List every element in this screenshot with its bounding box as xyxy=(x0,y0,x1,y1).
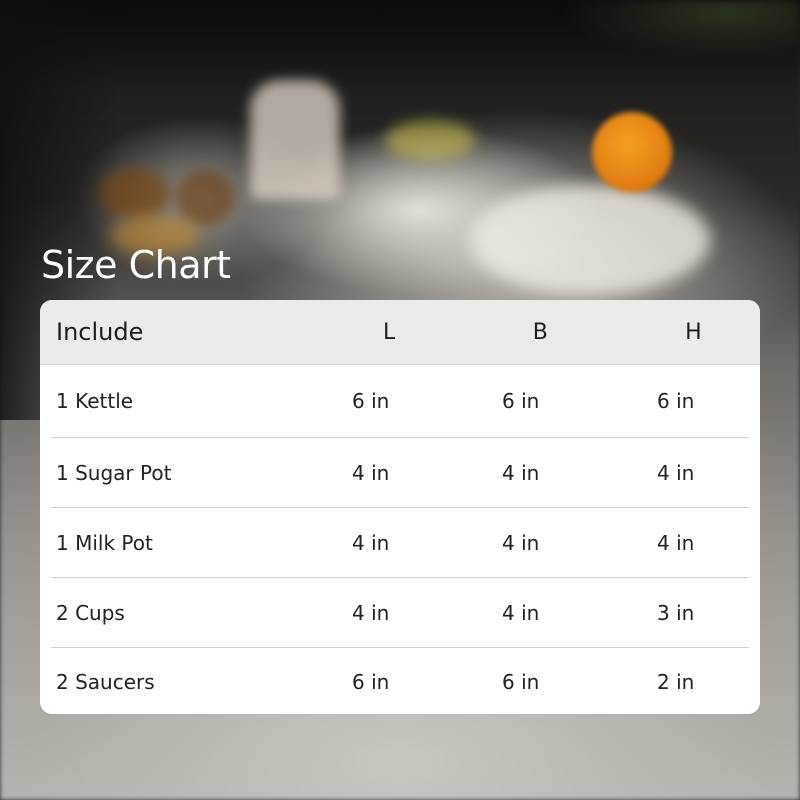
background-fruit xyxy=(385,120,475,160)
row-breadth: 4 in xyxy=(502,460,540,485)
table-row: 2 Saucers 6 in 6 in 2 in xyxy=(51,648,749,714)
row-breadth: 6 in xyxy=(502,389,540,413)
table-row: 2 Cups 4 in 4 in 3 in xyxy=(51,578,749,648)
row-height: 6 in xyxy=(657,389,695,413)
row-breadth: 4 in xyxy=(502,530,540,555)
background-jug xyxy=(250,80,340,200)
table-row: 1 Milk Pot 4 in 4 in 4 in xyxy=(51,508,749,578)
row-height: 4 in xyxy=(657,530,695,555)
row-breadth: 4 in xyxy=(502,600,540,625)
row-item: 1 Milk Pot xyxy=(56,530,153,555)
row-breadth: 6 in xyxy=(502,670,540,694)
header-breadth: B xyxy=(532,319,548,345)
table-row: 1 Kettle 6 in 6 in 6 in xyxy=(51,365,749,438)
header-include: Include xyxy=(56,318,144,346)
background-foliage xyxy=(560,0,800,60)
size-table: Include L B H 1 Kettle 6 in 6 in 6 in 1 … xyxy=(40,300,760,714)
background-fruit xyxy=(175,170,235,225)
row-item: 2 Cups xyxy=(56,600,125,625)
row-length: 4 in xyxy=(352,600,390,625)
row-length: 6 in xyxy=(352,670,390,694)
row-height: 4 in xyxy=(657,460,695,485)
background-orange xyxy=(592,112,672,192)
row-length: 6 in xyxy=(352,389,390,413)
background-teapot xyxy=(470,185,710,295)
row-height: 2 in xyxy=(657,670,695,694)
header-height: H xyxy=(685,319,702,345)
row-length: 4 in xyxy=(352,530,390,555)
background-fruit xyxy=(100,168,170,218)
header-length: L xyxy=(382,319,396,345)
row-length: 4 in xyxy=(352,460,390,485)
page-title: Size Chart xyxy=(41,243,231,287)
row-item: 1 Kettle xyxy=(56,389,134,413)
row-item: 2 Saucers xyxy=(56,670,155,694)
row-item: 1 Sugar Pot xyxy=(56,460,172,485)
row-height: 3 in xyxy=(657,600,695,625)
table-row: 1 Sugar Pot 4 in 4 in 4 in xyxy=(51,438,749,508)
table-header: Include L B H xyxy=(40,300,760,365)
